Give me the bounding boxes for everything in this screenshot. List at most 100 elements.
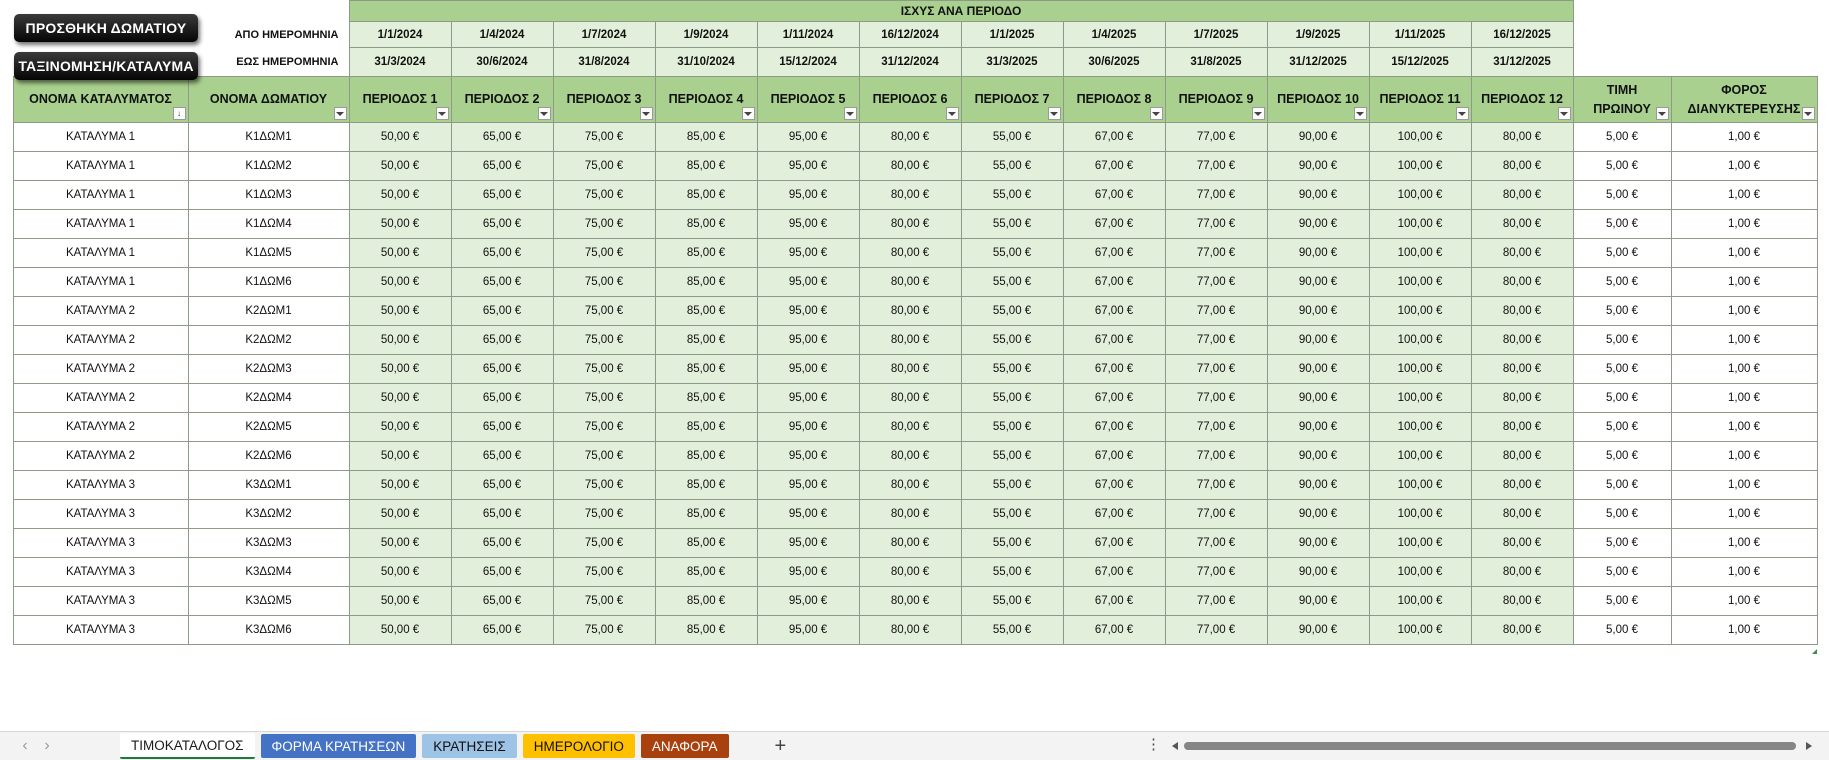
- price-cell[interactable]: 90,00 €: [1266, 209, 1370, 239]
- price-cell[interactable]: 80,00 €: [858, 238, 962, 268]
- price-cell[interactable]: 90,00 €: [1266, 238, 1370, 268]
- add-room-button[interactable]: ΠΡΟΣΘΗΚΗ ΔΩΜΑΤΙΟΥ: [14, 14, 198, 42]
- price-cell[interactable]: 80,00 €: [1470, 354, 1574, 384]
- price-cell[interactable]: 85,00 €: [654, 441, 758, 471]
- price-cell[interactable]: 50,00 €: [348, 470, 452, 500]
- to-date-cell[interactable]: 30/6/2025: [1062, 47, 1166, 77]
- price-cell[interactable]: 95,00 €: [756, 267, 860, 297]
- price-cell[interactable]: 55,00 €: [960, 528, 1064, 558]
- price-cell[interactable]: 55,00 €: [960, 412, 1064, 442]
- price-cell[interactable]: 50,00 €: [348, 615, 452, 645]
- price-cell[interactable]: 80,00 €: [858, 209, 962, 239]
- price-cell[interactable]: 80,00 €: [1470, 441, 1574, 471]
- price-cell[interactable]: 80,00 €: [858, 122, 962, 152]
- filter-dropdown-icon[interactable]: [945, 107, 959, 120]
- column-header-period[interactable]: ΠΕΡΙΟΔΟΣ 6: [858, 76, 962, 123]
- property-cell[interactable]: ΚΑΤΑΛΥΜΑ 2: [12, 412, 189, 442]
- price-cell[interactable]: 95,00 €: [756, 499, 860, 529]
- price-cell[interactable]: 50,00 €: [348, 354, 452, 384]
- price-cell[interactable]: 65,00 €: [450, 441, 554, 471]
- price-cell[interactable]: 90,00 €: [1266, 180, 1370, 210]
- price-cell[interactable]: 80,00 €: [1470, 151, 1574, 181]
- filter-dropdown-icon[interactable]: [537, 107, 551, 120]
- price-cell[interactable]: 90,00 €: [1266, 325, 1370, 355]
- price-cell[interactable]: 50,00 €: [348, 499, 452, 529]
- chevron-left-icon[interactable]: ‹: [14, 737, 36, 755]
- price-cell[interactable]: 95,00 €: [756, 151, 860, 181]
- price-cell[interactable]: 65,00 €: [450, 180, 554, 210]
- property-cell[interactable]: ΚΑΤΑΛΥΜΑ 3: [12, 586, 189, 616]
- price-cell[interactable]: 75,00 €: [552, 209, 656, 239]
- price-cell[interactable]: 50,00 €: [348, 238, 452, 268]
- price-cell[interactable]: 80,00 €: [858, 354, 962, 384]
- price-cell[interactable]: 77,00 €: [1164, 267, 1268, 297]
- price-cell[interactable]: 95,00 €: [756, 354, 860, 384]
- price-cell[interactable]: 55,00 €: [960, 470, 1064, 500]
- price-cell[interactable]: 75,00 €: [552, 151, 656, 181]
- price-cell[interactable]: 67,00 €: [1062, 383, 1166, 413]
- plus-icon[interactable]: +: [775, 735, 787, 758]
- price-cell[interactable]: 80,00 €: [1470, 499, 1574, 529]
- from-date-cell[interactable]: 16/12/2024: [858, 21, 962, 48]
- breakfast-price-cell[interactable]: 5,00 €: [1572, 586, 1672, 616]
- chevron-right-icon[interactable]: ›: [36, 737, 58, 755]
- price-cell[interactable]: 80,00 €: [1470, 615, 1574, 645]
- room-cell[interactable]: Κ3ΔΩΜ1: [187, 470, 350, 500]
- price-cell[interactable]: 65,00 €: [450, 209, 554, 239]
- vertical-dots-icon[interactable]: ⋮: [1146, 735, 1161, 753]
- price-cell[interactable]: 100,00 €: [1368, 209, 1472, 239]
- price-cell[interactable]: 95,00 €: [756, 557, 860, 587]
- price-cell[interactable]: 67,00 €: [1062, 615, 1166, 645]
- filter-dropdown-icon[interactable]: [1801, 107, 1815, 120]
- price-cell[interactable]: 65,00 €: [450, 238, 554, 268]
- price-cell[interactable]: 100,00 €: [1368, 499, 1472, 529]
- from-date-cell[interactable]: 1/11/2025: [1368, 21, 1472, 48]
- breakfast-price-cell[interactable]: 5,00 €: [1572, 325, 1672, 355]
- overnight-tax-cell[interactable]: 1,00 €: [1670, 325, 1818, 355]
- price-cell[interactable]: 85,00 €: [654, 267, 758, 297]
- price-cell[interactable]: 55,00 €: [960, 238, 1064, 268]
- price-cell[interactable]: 77,00 €: [1164, 412, 1268, 442]
- sort-by-property-button[interactable]: ΤΑΞΙΝΟΜΗΣΗ/ΚΑΤΑΛΥΜΑ: [14, 52, 198, 80]
- price-cell[interactable]: 65,00 €: [450, 267, 554, 297]
- price-cell[interactable]: 55,00 €: [960, 209, 1064, 239]
- price-cell[interactable]: 50,00 €: [348, 557, 452, 587]
- room-cell[interactable]: Κ2ΔΩΜ6: [187, 441, 350, 471]
- price-cell[interactable]: 65,00 €: [450, 528, 554, 558]
- price-cell[interactable]: 75,00 €: [552, 383, 656, 413]
- price-cell[interactable]: 80,00 €: [858, 470, 962, 500]
- column-header-room[interactable]: ΟΝΟΜΑ ΔΩΜΑΤΙΟΥ: [187, 76, 350, 123]
- filter-dropdown-icon[interactable]: [1149, 107, 1163, 120]
- price-cell[interactable]: 80,00 €: [1470, 528, 1574, 558]
- price-cell[interactable]: 67,00 €: [1062, 180, 1166, 210]
- filter-dropdown-icon[interactable]: [435, 107, 449, 120]
- from-date-cell[interactable]: 1/11/2024: [756, 21, 860, 48]
- column-header-period[interactable]: ΠΕΡΙΟΔΟΣ 12: [1470, 76, 1574, 123]
- price-cell[interactable]: 50,00 €: [348, 122, 452, 152]
- price-cell[interactable]: 90,00 €: [1266, 586, 1370, 616]
- column-header-period[interactable]: ΠΕΡΙΟΔΟΣ 8: [1062, 76, 1166, 123]
- price-cell[interactable]: 77,00 €: [1164, 528, 1268, 558]
- price-cell[interactable]: 100,00 €: [1368, 557, 1472, 587]
- to-date-cell[interactable]: 31/10/2024: [654, 47, 758, 77]
- scroll-right-icon[interactable]: [1806, 742, 1812, 750]
- filter-dropdown-icon[interactable]: [1251, 107, 1265, 120]
- price-cell[interactable]: 85,00 €: [654, 209, 758, 239]
- price-cell[interactable]: 90,00 €: [1266, 383, 1370, 413]
- price-cell[interactable]: 67,00 €: [1062, 122, 1166, 152]
- price-cell[interactable]: 80,00 €: [858, 325, 962, 355]
- price-cell[interactable]: 80,00 €: [1470, 470, 1574, 500]
- price-cell[interactable]: 90,00 €: [1266, 122, 1370, 152]
- price-cell[interactable]: 100,00 €: [1368, 441, 1472, 471]
- overnight-tax-cell[interactable]: 1,00 €: [1670, 238, 1818, 268]
- overnight-tax-cell[interactable]: 1,00 €: [1670, 122, 1818, 152]
- from-date-cell[interactable]: 16/12/2025: [1470, 21, 1574, 48]
- price-cell[interactable]: 85,00 €: [654, 296, 758, 326]
- price-cell[interactable]: 100,00 €: [1368, 267, 1472, 297]
- column-header-period[interactable]: ΠΕΡΙΟΔΟΣ 1: [348, 76, 452, 123]
- price-cell[interactable]: 55,00 €: [960, 325, 1064, 355]
- price-cell[interactable]: 75,00 €: [552, 296, 656, 326]
- price-cell[interactable]: 67,00 €: [1062, 499, 1166, 529]
- overnight-tax-cell[interactable]: 1,00 €: [1670, 180, 1818, 210]
- price-cell[interactable]: 80,00 €: [1470, 412, 1574, 442]
